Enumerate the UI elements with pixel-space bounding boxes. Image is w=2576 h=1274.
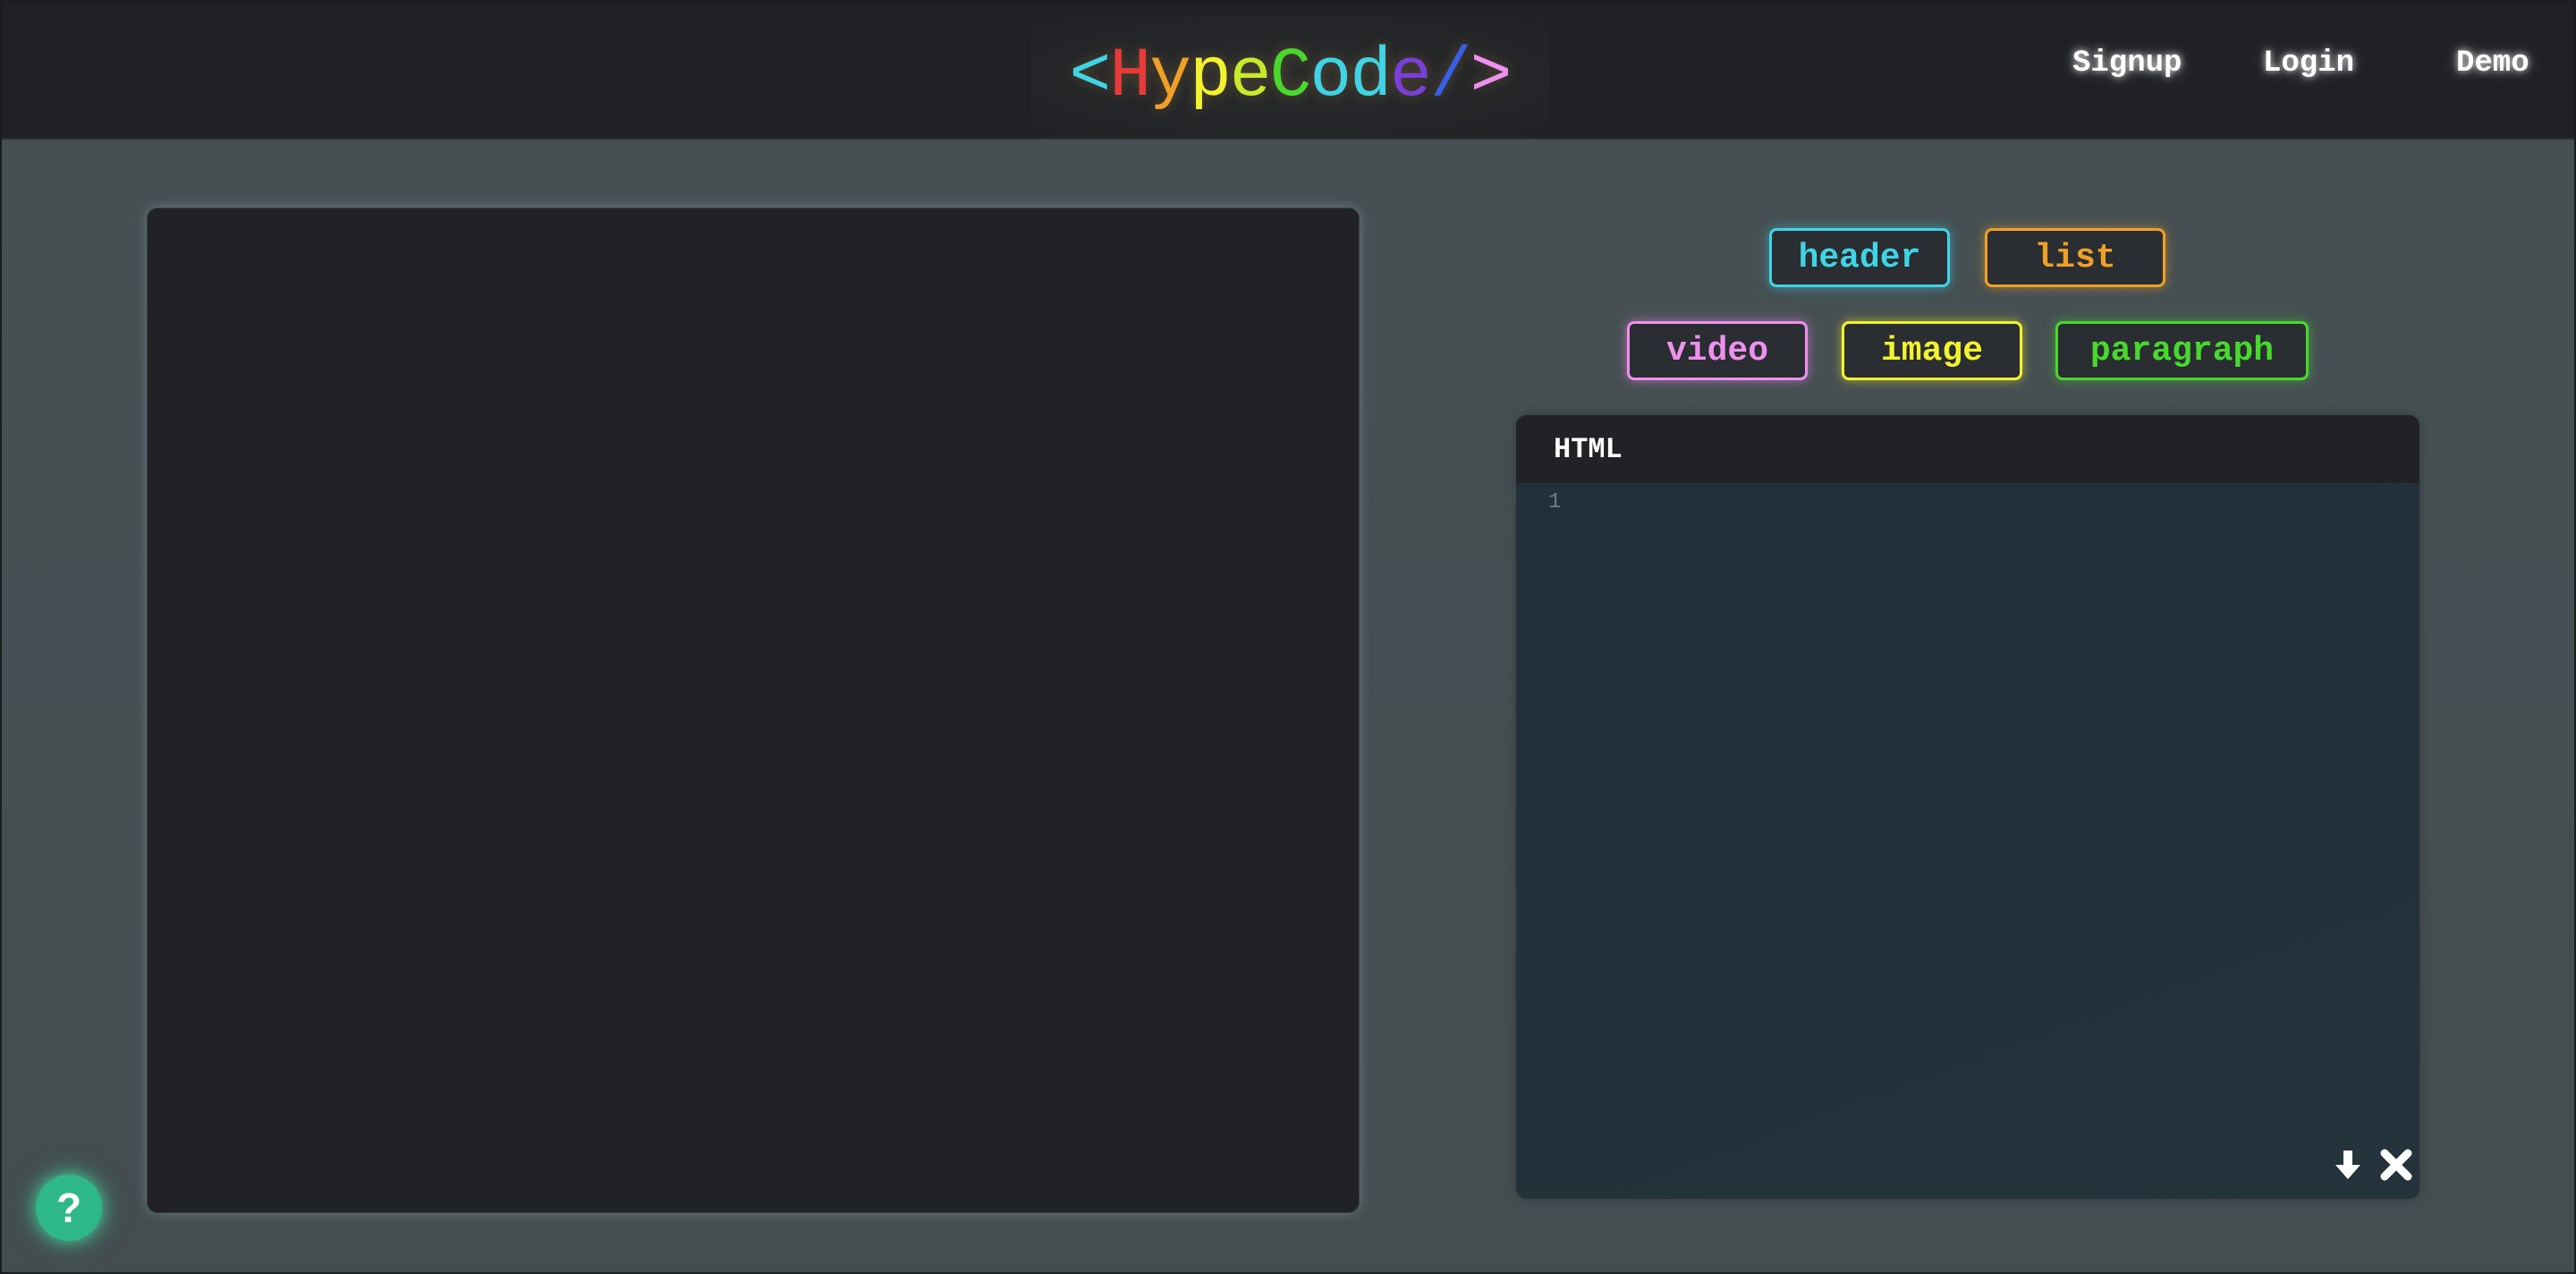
editor-title: HTML bbox=[1554, 432, 1623, 466]
html-editor: HTML 1 bbox=[1516, 415, 2419, 1199]
logo-char: p bbox=[1189, 38, 1232, 116]
question-icon: ? bbox=[55, 1185, 82, 1231]
logo-char: d bbox=[1350, 38, 1392, 116]
logo-char: > bbox=[1470, 38, 1513, 116]
logo-char: e bbox=[1390, 38, 1432, 116]
logo-char: < bbox=[1069, 38, 1112, 116]
logo-char: e bbox=[1229, 38, 1272, 116]
signup-link[interactable]: Signup bbox=[2072, 47, 2182, 81]
help-button[interactable]: ? bbox=[36, 1175, 102, 1241]
app-page: < Hy p e Co d e / > Signup Login Demo header lis… bbox=[0, 0, 2576, 1274]
code-input[interactable] bbox=[1588, 487, 2402, 1127]
top-navbar: < Hy p e Co d e / > Signup Login Demo bbox=[2, 2, 2574, 140]
header-tag-button[interactable]: header bbox=[1769, 228, 1950, 287]
logo-char: / bbox=[1429, 38, 1472, 116]
preview-panel bbox=[147, 208, 1360, 1213]
line-number: 1 bbox=[1548, 490, 1562, 514]
logo-char: H bbox=[1109, 38, 1151, 116]
download-arrow-icon[interactable] bbox=[2328, 1145, 2368, 1185]
editor-header: HTML bbox=[1516, 415, 2419, 483]
list-tag-button[interactable]: list bbox=[1985, 228, 2165, 287]
logo-char: o bbox=[1309, 38, 1352, 116]
demo-link[interactable]: Demo bbox=[2456, 47, 2529, 81]
close-x-icon[interactable] bbox=[2377, 1145, 2416, 1185]
editor-body: 1 bbox=[1516, 483, 2419, 1199]
logo-char: y bbox=[1149, 38, 1191, 116]
image-tag-button[interactable]: image bbox=[1842, 321, 2022, 380]
logo-char: C bbox=[1269, 38, 1312, 116]
hypecode-logo[interactable]: < Hy p e Co d e / > bbox=[1030, 16, 1549, 138]
video-tag-button[interactable]: video bbox=[1627, 321, 1808, 380]
login-link[interactable]: Login bbox=[2263, 47, 2354, 81]
paragraph-tag-button[interactable]: paragraph bbox=[2055, 321, 2309, 380]
